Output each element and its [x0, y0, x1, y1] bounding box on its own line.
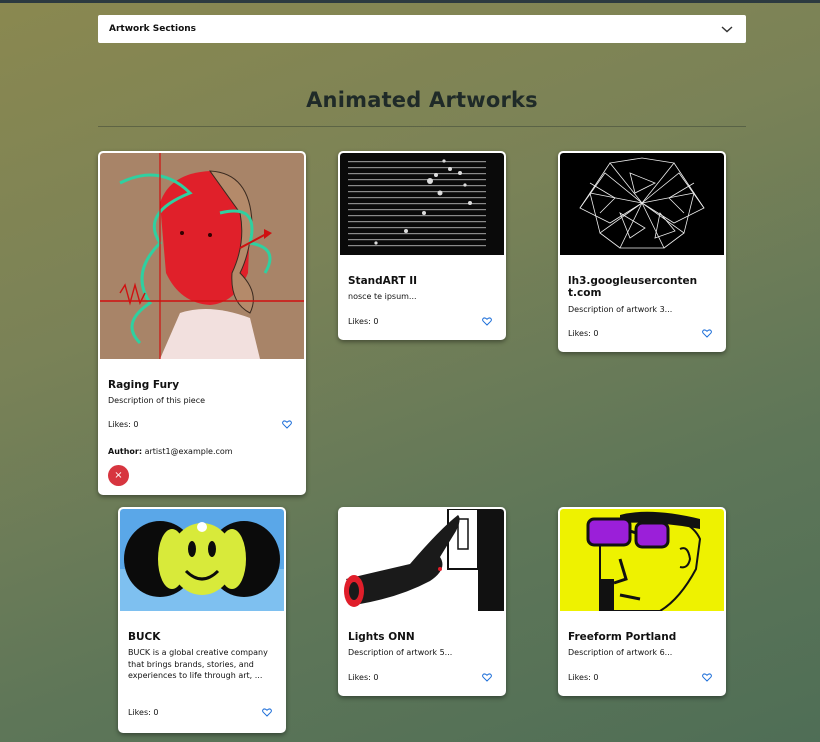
delete-button[interactable]: ×	[108, 465, 129, 486]
top-bar	[0, 0, 820, 3]
dropdown-label: Artwork Sections	[109, 24, 197, 34]
card-title: Raging Fury	[108, 379, 180, 391]
artwork-sections-dropdown[interactable]: Artwork Sections	[98, 15, 746, 43]
heart-icon[interactable]	[482, 317, 492, 326]
card-description: BUCK is a global creative company that b…	[128, 648, 268, 680]
artwork-card-raging-fury[interactable]: Raging Fury Description of this piece Li…	[98, 151, 306, 495]
artwork-card-lights-onn[interactable]: Lights ONN Description of artwork 5... L…	[338, 507, 506, 696]
card-title: StandART II	[348, 275, 418, 287]
likes-count: Likes: 0	[568, 329, 599, 338]
heart-icon[interactable]	[282, 420, 292, 429]
author-label: Author:	[108, 447, 143, 456]
card-description: nosce te ipsum...	[348, 292, 417, 301]
heart-icon[interactable]	[702, 329, 712, 338]
card-description: Description of artwork 5...	[348, 648, 453, 657]
artwork-card-freeform-portland[interactable]: Freeform Portland Description of artwork…	[558, 507, 726, 696]
artwork-card-googleusercontent[interactable]: lh3.googleuserconten t.com Description o…	[558, 151, 726, 352]
author-email: artist1@example.com	[144, 447, 233, 456]
section-title: Animated Artworks	[306, 88, 538, 112]
artwork-thumbnail[interactable]	[100, 153, 304, 359]
section-divider	[98, 126, 746, 127]
card-title: lh3.googleuserconten t.com	[568, 275, 698, 299]
heart-icon[interactable]	[262, 708, 272, 717]
card-author: Author: artist1@example.com	[108, 447, 233, 456]
card-title: Freeform Portland	[568, 631, 677, 643]
card-description: Description of this piece	[108, 396, 206, 405]
heart-icon[interactable]	[482, 673, 492, 682]
likes-count: Likes: 0	[568, 673, 599, 682]
heart-icon[interactable]	[702, 673, 712, 682]
artwork-thumbnail[interactable]	[340, 509, 504, 611]
artwork-thumbnail[interactable]	[340, 153, 504, 255]
card-title: Lights ONN	[348, 631, 415, 643]
likes-count: Likes: 0	[348, 317, 379, 326]
artwork-card-buck[interactable]: BUCK BUCK is a global creative company t…	[118, 507, 286, 733]
likes-count: Likes: 0	[348, 673, 379, 682]
card-description: Description of artwork 6...	[568, 648, 673, 657]
likes-count: Likes: 0	[128, 708, 159, 717]
chevron-down-icon	[721, 26, 733, 33]
artwork-thumbnail[interactable]	[560, 153, 724, 255]
artwork-thumbnail[interactable]	[120, 509, 284, 611]
card-title: BUCK	[128, 631, 161, 643]
likes-count: Likes: 0	[108, 420, 139, 429]
artwork-thumbnail[interactable]	[560, 509, 724, 611]
card-description: Description of artwork 3...	[568, 305, 673, 314]
artwork-card-standart-ii[interactable]: StandART II nosce te ipsum... Likes: 0	[338, 151, 506, 340]
